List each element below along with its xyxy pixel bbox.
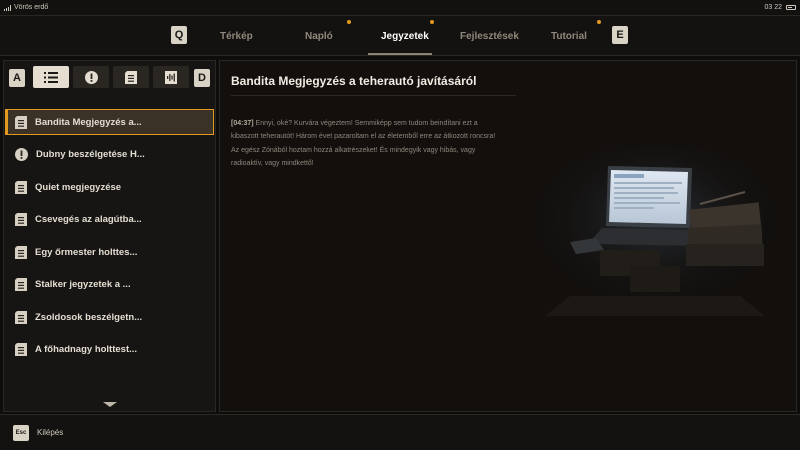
list-item-label: Dubny beszélgetése H... [36,149,145,160]
note-title: Bandita Megjegyzés a teherautó javításár… [231,74,477,88]
list-item[interactable]: Egy őrmester holttes... [5,239,214,265]
list-item-label: Egy őrmester holttes... [35,246,138,258]
tab-map[interactable]: Térkép [220,31,253,42]
laptop-desk-illustration [540,146,770,316]
clock: 03 22 [764,4,782,11]
bottom-bar: Esc Kilépés [0,414,800,450]
filter-row: A D [4,66,215,90]
note-icon [125,70,137,84]
list-item[interactable]: Bandita Megjegyzés a... [5,109,214,135]
top-nav: Q Térkép Napló Jegyzetek Fejlesztések Tu… [0,16,800,56]
exclamation-icon [15,148,28,161]
list-item[interactable]: A főhadnagy holttest... [5,337,214,363]
notes-list-panel: A D Bandita Megjegyzés a... Dubny beszélg [3,60,216,412]
list-item-label: Quiet megjegyzése [35,181,122,193]
battery-icon [786,5,796,10]
note-icon [15,343,27,356]
list-item[interactable]: Csevegés az alagútba... [5,207,214,233]
list-item-label: Zsoldosok beszélgetn... [35,311,143,323]
list-item[interactable]: Dubny beszélgetése H... [5,142,214,168]
active-tab-underline [368,53,432,55]
prev-filter-key[interactable]: A [9,69,25,87]
note-body: [04:37] Ennyi, oké? Kurvára végeztem! Se… [231,117,501,171]
filter-important-button[interactable] [73,66,109,88]
next-tab-key[interactable]: E [612,26,628,44]
next-filter-key[interactable]: D [194,69,210,87]
tab-notes[interactable]: Jegyzetek [381,31,429,42]
tab-journal-notification-dot [347,20,351,24]
prev-tab-key[interactable]: Q [171,26,187,44]
title-divider [231,95,516,96]
tab-journal[interactable]: Napló [305,31,333,42]
filter-notes-button[interactable] [113,66,149,88]
tab-notes-notification-dot [430,20,434,24]
list-item[interactable]: Stalker jegyzetek a ... [5,272,214,298]
note-icon [15,180,27,194]
escape-key[interactable]: Esc [13,425,29,441]
note-text: Ennyi, oké? Kurvára végeztem! Semmiképp … [231,120,496,168]
list-item[interactable]: Quiet megjegyzése [5,174,214,200]
exit-label[interactable]: Kilépés [37,428,63,437]
filter-audio-button[interactable] [153,66,189,88]
note-icon [15,115,27,129]
filter-all-button[interactable] [33,66,69,88]
signal-icon [4,4,11,11]
scroll-down-arrow-icon[interactable] [103,402,117,407]
note-icon [15,278,27,291]
note-icon [15,213,27,226]
list-item[interactable]: Zsoldosok beszélgetn... [5,304,214,330]
audio-note-icon [165,70,177,84]
note-icon [15,245,27,259]
status-bar: Vörös erdő 03 22 [0,0,800,16]
exclamation-icon [84,70,98,84]
tab-tutorial-notification-dot [597,20,601,24]
list-item-label: Stalker jegyzetek a ... [35,279,131,290]
location-label: Vörös erdő [14,4,49,11]
note-detail-panel: Bandita Megjegyzés a teherautó javításár… [219,60,797,412]
tab-upgrades[interactable]: Fejlesztések [460,31,519,42]
list-item-label: Bandita Megjegyzés a... [35,116,142,128]
list-icon [44,71,58,83]
list-item-label: Csevegés az alagútba... [35,214,142,225]
tab-tutorial[interactable]: Tutorial [551,31,587,42]
note-icon [15,310,27,324]
note-timestamp: [04:37] [231,120,254,127]
list-item-label: A főhadnagy holttest... [35,344,138,355]
